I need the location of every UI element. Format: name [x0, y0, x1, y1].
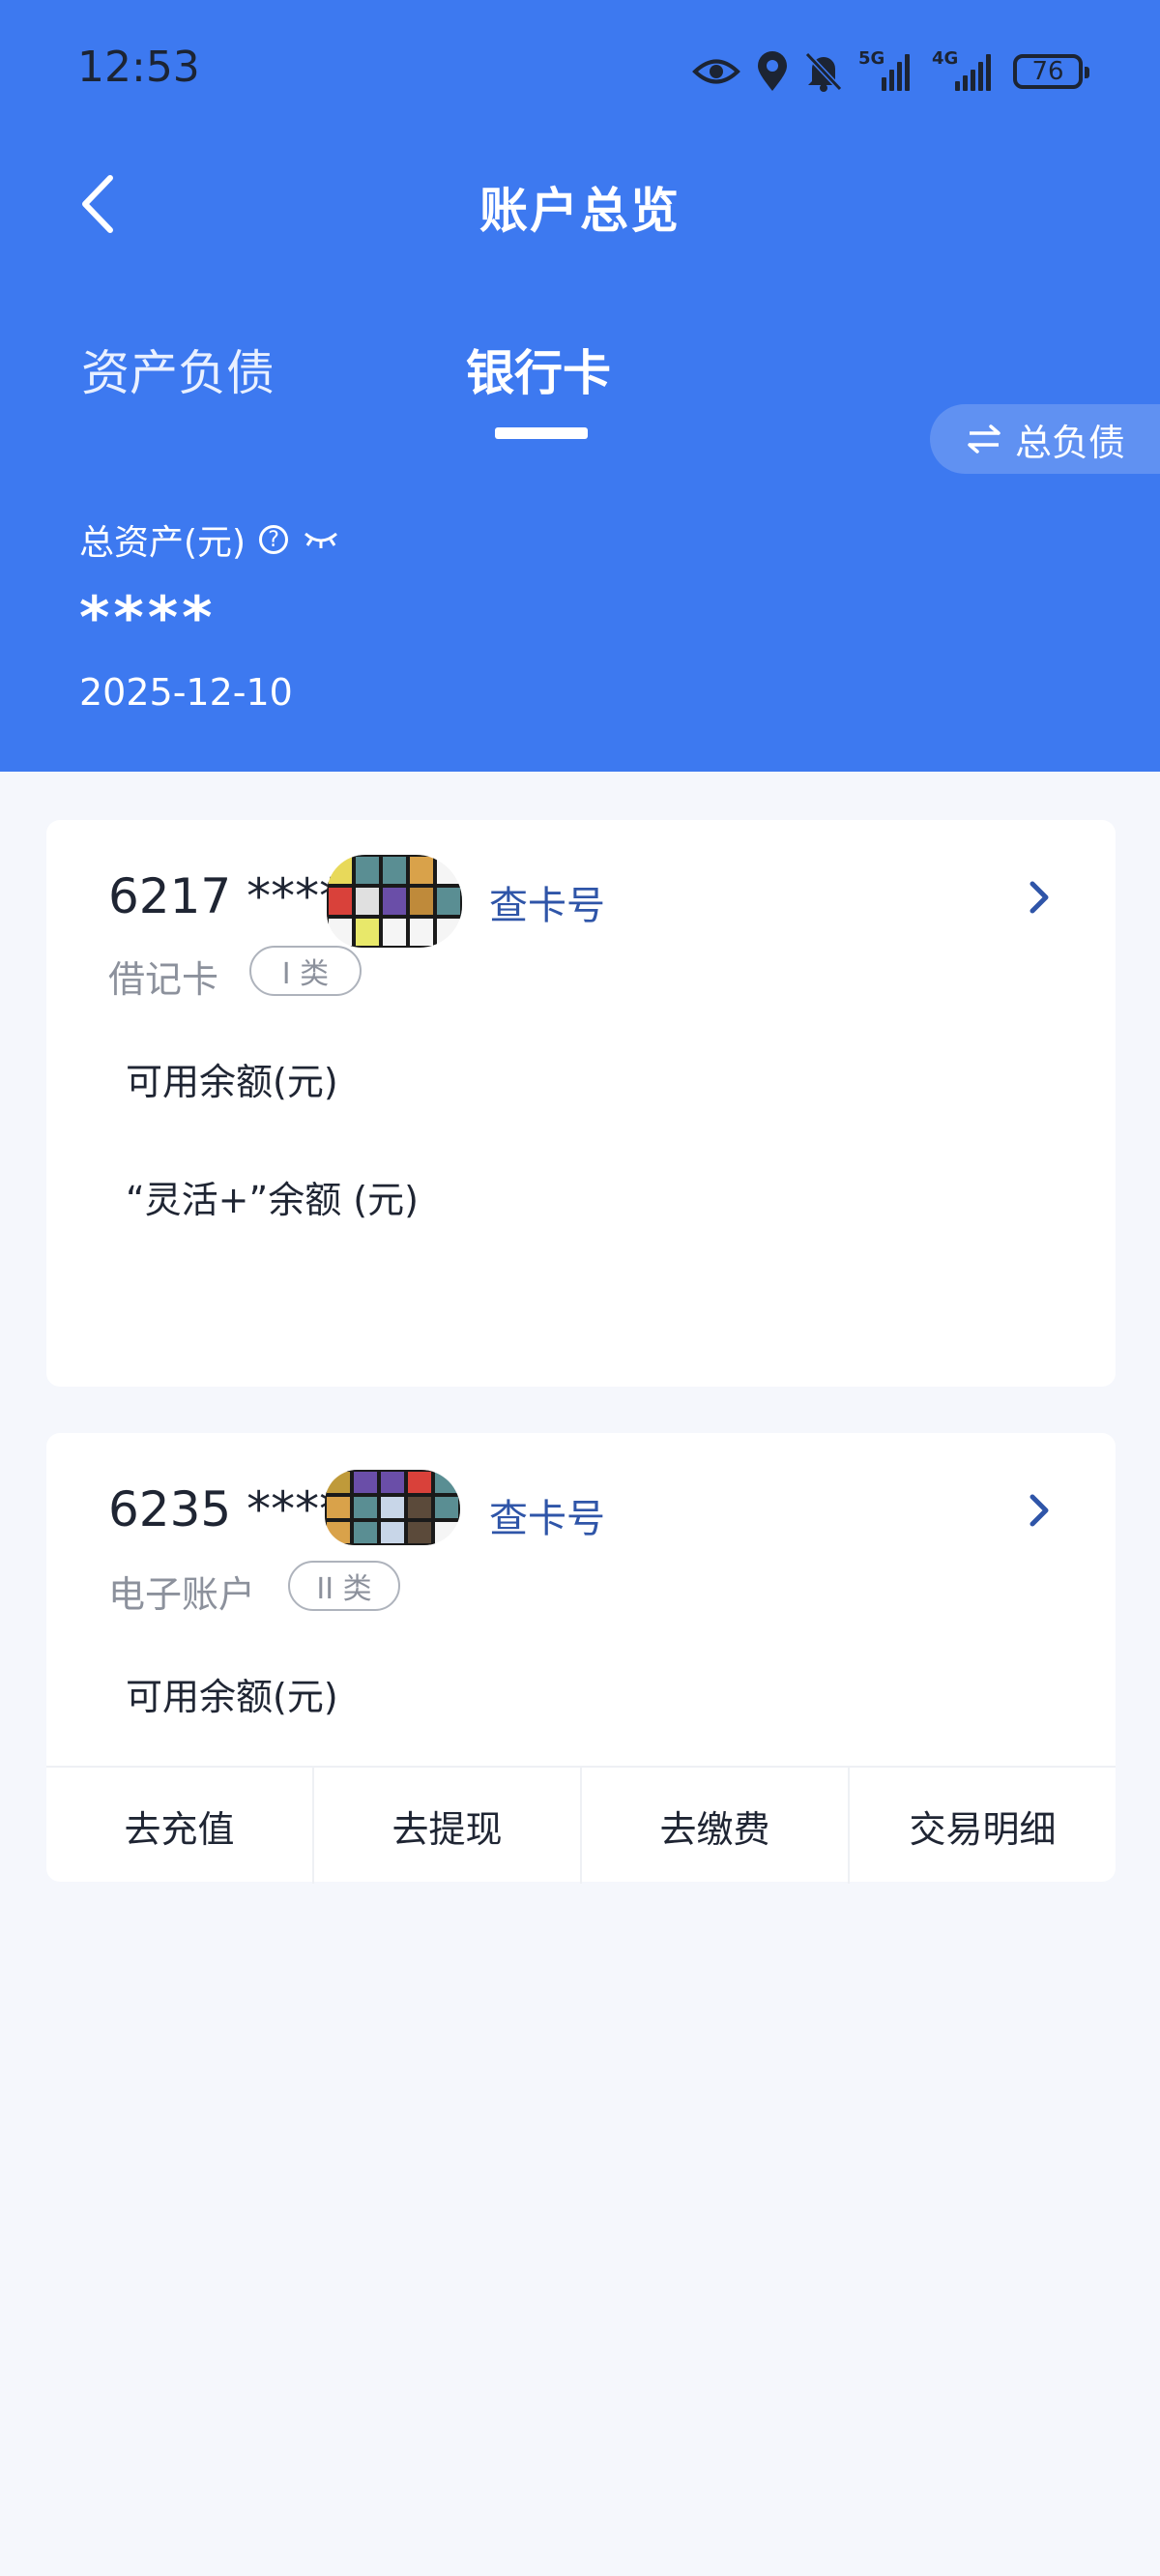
bank-card-debit[interactable]: 6217 **** 查卡号 借记卡 I 类 可用余额(元) “灵活+”余额 (元…	[46, 820, 1116, 1387]
pay-bills-button[interactable]: 去缴费	[582, 1768, 850, 1884]
switch-label: 总负债	[1015, 421, 1126, 464]
recharge-button[interactable]: 去充值	[46, 1768, 314, 1884]
location-pin-icon	[758, 51, 787, 91]
signal-4g-icon: 4G	[932, 48, 998, 91]
swap-arrows-icon	[968, 424, 1000, 454]
tab-bank-cards[interactable]: 银行卡	[466, 335, 611, 404]
bank-card-electronic[interactable]: 6235 **** 查卡号 电子账户 II 类 可用余额(元) 去充值 去提现 …	[46, 1433, 1116, 1884]
tab-assets-liabilities[interactable]: 资产负债	[81, 335, 275, 404]
signal-4g-tag: 4G	[932, 48, 959, 69]
available-balance-label: 可用余额(元)	[126, 1061, 338, 1103]
header: 12:53 5G 4G 76 账户总览 资产负债 银行卡 总负债 总资产(元) …	[0, 0, 1160, 772]
total-assets-label: 总资产(元)	[79, 523, 246, 563]
total-assets-row: 总资产(元) ?	[79, 514, 340, 565]
card-type: 借记卡	[108, 958, 219, 1001]
status-icons: 5G 4G 76	[692, 46, 1089, 97]
card-number: 6235 ****	[108, 1481, 344, 1537]
chevron-right-icon[interactable]	[1025, 1491, 1052, 1530]
battery-icon: 76	[1013, 54, 1089, 89]
flexible-balance-label: “灵活+”余额 (元)	[126, 1179, 419, 1221]
transaction-details-button[interactable]: 交易明细	[850, 1768, 1116, 1884]
available-balance-label: 可用余额(元)	[126, 1676, 338, 1718]
signal-5g-tag: 5G	[858, 48, 885, 69]
card-number: 6217 ****	[108, 868, 344, 924]
card-actions: 去充值 去提现 去缴费 交易明细	[46, 1766, 1116, 1884]
bell-muted-icon	[804, 51, 843, 92]
help-question-icon[interactable]: ?	[259, 525, 289, 554]
status-time: 12:53	[77, 43, 200, 92]
redaction-mosaic	[327, 855, 462, 948]
page-title: 账户总览	[479, 183, 681, 239]
switch-total-liabilities-button[interactable]: 总负债	[930, 404, 1160, 474]
view-card-number-link[interactable]: 查卡号	[489, 874, 605, 930]
eye-icon	[692, 59, 740, 84]
card-type: 电子账户	[108, 1573, 256, 1616]
tab-active-indicator	[495, 427, 588, 439]
total-assets-value: ****	[79, 584, 217, 652]
battery-level: 76	[1031, 57, 1064, 86]
redaction-mosaic	[325, 1470, 460, 1545]
chevron-right-icon[interactable]	[1025, 878, 1052, 917]
eye-closed-icon[interactable]	[302, 528, 340, 551]
withdraw-button[interactable]: 去提现	[314, 1768, 582, 1884]
signal-5g-icon: 5G	[858, 48, 916, 91]
status-bar: 12:53 5G 4G 76	[0, 0, 1160, 135]
card-class-badge: II 类	[288, 1561, 400, 1611]
view-card-number-link[interactable]: 查卡号	[489, 1487, 605, 1543]
card-class-badge: I 类	[249, 946, 362, 996]
assets-date: 2025-12-10	[79, 671, 293, 714]
